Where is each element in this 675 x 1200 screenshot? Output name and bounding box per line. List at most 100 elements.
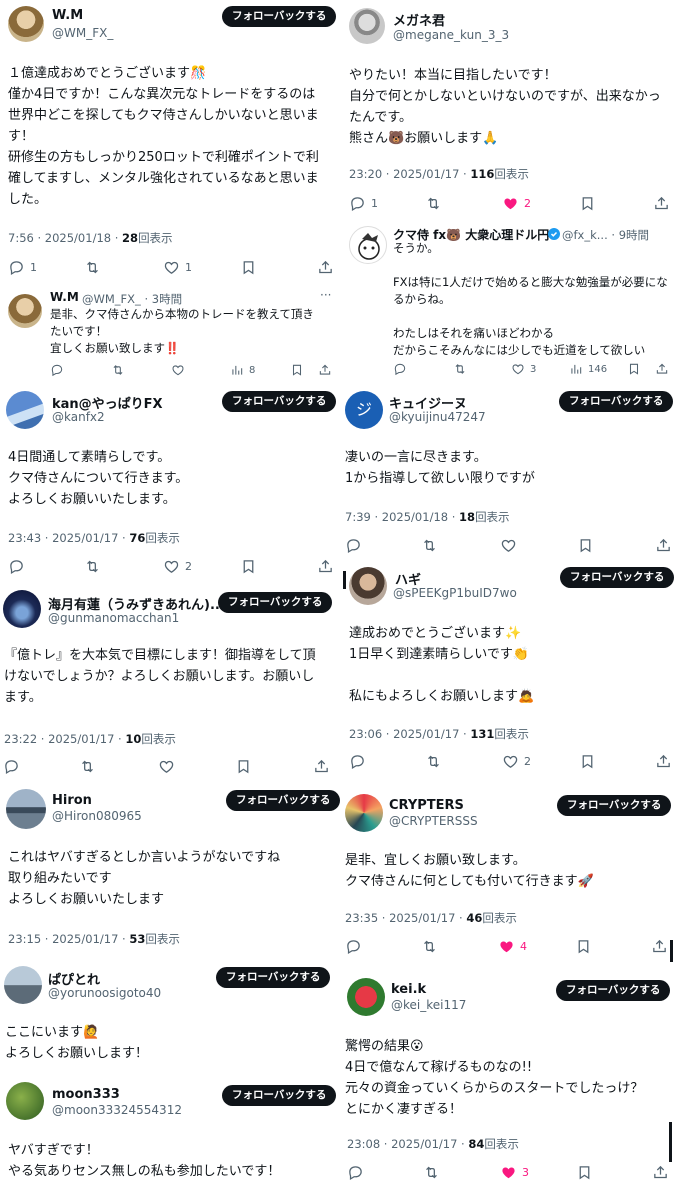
bookmark-button[interactable] — [579, 193, 596, 213]
bookmark-button[interactable] — [240, 556, 257, 576]
share-button[interactable] — [317, 257, 334, 277]
reply-button[interactable] — [393, 359, 407, 379]
display-name[interactable]: メガネ君 — [393, 10, 445, 29]
reply-button[interactable] — [3, 756, 20, 776]
bookmark-button[interactable] — [576, 1162, 593, 1182]
reply-button[interactable] — [345, 535, 362, 555]
views-stat[interactable]: 146 — [569, 359, 607, 379]
retweet-button[interactable] — [453, 359, 467, 379]
tweet-meta[interactable]: 23:06 · 2025/01/17 · 131回表示 — [349, 726, 529, 742]
tweet-meta[interactable]: 23:08 · 2025/01/17 · 84回表示 — [347, 1136, 519, 1152]
follow-back-button[interactable]: フォローバックする — [557, 795, 672, 816]
tweet-meta[interactable]: 23:20 · 2025/01/17 · 116回表示 — [349, 166, 529, 182]
handle[interactable]: @Hiron080965 — [52, 809, 142, 823]
handle[interactable]: @kanfx2 — [52, 410, 105, 424]
share-button[interactable] — [313, 756, 330, 776]
like-button[interactable]: 3 — [511, 359, 536, 379]
handle[interactable]: @sPEEKgP1buID7wo — [393, 586, 517, 600]
reply-button[interactable]: 1 — [349, 193, 378, 213]
like-button[interactable] — [171, 360, 185, 380]
display-name[interactable]: W.M — [52, 8, 83, 23]
bookmark-button[interactable] — [627, 359, 641, 379]
tweet-meta[interactable]: 23:43 · 2025/01/17 · 76回表示 — [8, 530, 180, 546]
display-name[interactable]: CRYPTERS — [389, 798, 464, 813]
share-button[interactable] — [318, 360, 332, 380]
retweet-button[interactable] — [84, 257, 101, 277]
reply-button[interactable] — [8, 556, 25, 576]
share-button[interactable] — [653, 193, 670, 213]
avatar[interactable] — [6, 789, 46, 829]
follow-back-button[interactable]: フォローバックする — [216, 967, 331, 988]
tweet-meta[interactable]: 23:22 · 2025/01/17 · 10回表示 — [4, 731, 176, 747]
like-button[interactable]: 4 — [498, 936, 527, 956]
bookmark-button[interactable] — [579, 751, 596, 771]
avatar[interactable] — [349, 567, 387, 605]
display-name[interactable]: kei.k — [391, 982, 426, 997]
avatar[interactable] — [4, 966, 42, 1004]
reply-button[interactable] — [345, 936, 362, 956]
bookmark-button[interactable] — [235, 756, 252, 776]
avatar[interactable] — [347, 978, 385, 1016]
follow-back-button[interactable]: フォローバックする — [559, 391, 674, 412]
avatar[interactable] — [3, 590, 41, 628]
avatar[interactable] — [8, 6, 44, 42]
retweet-button[interactable] — [425, 193, 442, 213]
bookmark-button[interactable] — [240, 257, 257, 277]
handle[interactable]: @kyuijinu47247 — [389, 410, 486, 424]
tweet-meta[interactable]: 7:39 · 2025/01/18 · 18回表示 — [345, 509, 510, 525]
avatar[interactable]: ジ — [345, 391, 383, 429]
reply-button[interactable] — [347, 1162, 364, 1182]
follow-back-button[interactable]: フォローバックする — [222, 1085, 337, 1106]
avatar[interactable] — [8, 294, 42, 328]
like-button[interactable] — [500, 535, 517, 555]
like-button[interactable]: 2 — [163, 556, 192, 576]
retweet-button[interactable] — [423, 1162, 440, 1182]
tweet-meta[interactable]: 23:15 · 2025/01/17 · 53回表示 — [8, 931, 180, 947]
share-button[interactable] — [651, 936, 668, 956]
share-button[interactable] — [655, 535, 672, 555]
handle[interactable]: @yorunoosigoto40 — [48, 986, 161, 1000]
bookmark-button[interactable] — [575, 936, 592, 956]
like-button[interactable]: 2 — [502, 193, 531, 213]
views-stat[interactable]: 8 — [230, 360, 255, 380]
handle[interactable]: @megane_kun_3_3 — [393, 28, 509, 42]
share-button[interactable] — [317, 556, 334, 576]
follow-back-button[interactable]: フォローバックする — [222, 6, 337, 27]
share-button[interactable] — [655, 751, 672, 771]
avatar[interactable] — [6, 1082, 44, 1120]
reply-button[interactable] — [50, 360, 64, 380]
retweet-button[interactable] — [84, 556, 101, 576]
bookmark-button[interactable] — [290, 360, 304, 380]
avatar[interactable] — [6, 391, 44, 429]
follow-back-button[interactable]: フォローバックする — [226, 790, 340, 811]
reply-button[interactable]: 1 — [8, 257, 37, 277]
like-button[interactable]: 3 — [500, 1162, 529, 1182]
retweet-button[interactable] — [421, 535, 438, 555]
handle[interactable]: @moon33324554312 — [52, 1103, 182, 1117]
avatar[interactable] — [349, 8, 385, 44]
avatar[interactable] — [349, 226, 387, 264]
handle[interactable]: @WM_FX_ — [52, 26, 113, 40]
follow-back-button[interactable]: フォローバックする — [556, 980, 671, 1001]
handle[interactable]: @CRYPTERSSS — [389, 814, 478, 828]
retweet-button[interactable] — [421, 936, 438, 956]
like-button[interactable]: 1 — [163, 257, 192, 277]
tweet-meta[interactable]: 23:35 · 2025/01/17 · 46回表示 — [345, 910, 517, 926]
retweet-button[interactable] — [111, 360, 125, 380]
tweet-meta[interactable]: 7:56 · 2025/01/18 · 28回表示 — [8, 230, 173, 246]
display-name[interactable]: W.M — [50, 290, 79, 304]
handle[interactable]: @WM_FX_ · 3時間 — [82, 291, 182, 307]
more-icon[interactable]: ··· — [320, 288, 331, 302]
display-name[interactable]: moon333 — [52, 1087, 120, 1102]
handle[interactable]: @gunmanomacchan1 — [48, 611, 179, 625]
follow-back-button[interactable]: フォローバックする — [222, 391, 337, 412]
follow-back-button[interactable]: フォローバックする — [218, 592, 333, 613]
display-name[interactable]: Hiron — [52, 793, 92, 808]
retweet-button[interactable] — [425, 751, 442, 771]
like-button[interactable]: 2 — [502, 751, 531, 771]
share-button[interactable] — [652, 1162, 669, 1182]
like-button[interactable] — [158, 756, 175, 776]
follow-back-button[interactable]: フォローバックする — [560, 567, 675, 588]
reply-button[interactable] — [349, 751, 366, 771]
retweet-button[interactable] — [79, 756, 96, 776]
